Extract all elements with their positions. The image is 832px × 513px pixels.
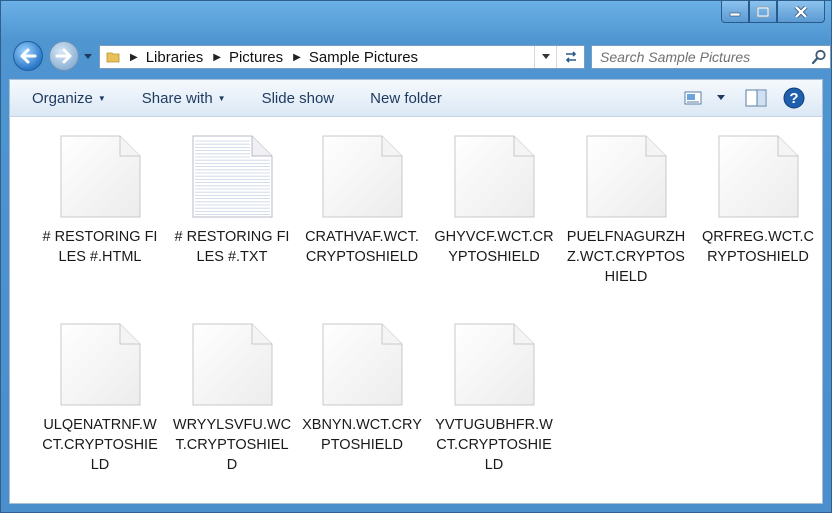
document-icon	[322, 323, 403, 406]
breadcrumb-separator-icon[interactable]: ▶	[213, 52, 221, 63]
minimize-button[interactable]	[721, 1, 749, 23]
document-icon	[60, 323, 141, 406]
document-icon	[192, 323, 273, 406]
file-item[interactable]: PUELFNAGURZHZ.WCT.CRYPTOSHIELD	[564, 135, 688, 287]
close-button[interactable]	[777, 1, 825, 23]
breadcrumb-separator-icon[interactable]: ▶	[293, 52, 301, 63]
refresh-icon	[565, 51, 576, 63]
forward-arrow-icon	[55, 48, 72, 64]
change-view-button[interactable]	[678, 80, 708, 116]
caption-buttons	[721, 1, 825, 25]
organize-label: Organize	[32, 89, 93, 107]
slide-show-button[interactable]: Slide show	[254, 80, 343, 116]
preview-pane-icon	[745, 89, 767, 107]
caret-down-icon: ▼	[97, 93, 106, 103]
file-item[interactable]: QRFREG.WCT.CRYPTOSHIELD	[696, 135, 820, 267]
back-button[interactable]	[13, 41, 43, 71]
share-with-label: Share with	[141, 89, 213, 107]
organize-menu[interactable]: Organize ▼	[24, 80, 114, 116]
svg-text:?: ?	[789, 90, 798, 107]
file-name-label: CRATHVAF.WCT.CRYPTOSHIELD	[305, 229, 419, 265]
file-name-label: WRYYLSVFU.WCT.CRYPTOSHIELD	[172, 417, 292, 473]
file-item[interactable]: YVTUGUBHFR.WCT.CRYPTOSHIELD	[432, 323, 556, 475]
folder-icon	[106, 52, 120, 63]
search-icon[interactable]	[808, 46, 830, 68]
text-document-icon	[192, 135, 273, 218]
navigation-row: ▶ Libraries ▶ Pictures ▶ Sample Pictures	[11, 39, 831, 73]
chevron-down-icon	[717, 95, 725, 100]
file-item[interactable]: GHYVCF.WCT.CRYPTOSHIELD	[432, 135, 556, 267]
breadcrumb-libraries[interactable]: Libraries	[146, 49, 204, 66]
chevron-down-icon	[541, 54, 550, 59]
search-box[interactable]	[591, 45, 831, 69]
document-icon	[586, 135, 667, 218]
back-arrow-icon	[20, 48, 37, 64]
file-name-label: QRFREG.WCT.CRYPTOSHIELD	[702, 229, 814, 265]
file-name-label: XBNYN.WCT.CRYPTOSHIELD	[302, 417, 422, 453]
file-name-label: # RESTORING FILES #.HTML	[42, 229, 158, 265]
file-item[interactable]: # RESTORING FILES #.TXT	[170, 135, 294, 267]
file-item[interactable]: CRATHVAF.WCT.CRYPTOSHIELD	[300, 135, 424, 267]
share-with-menu[interactable]: Share with ▼	[134, 80, 234, 116]
help-button[interactable]: ?	[778, 80, 810, 116]
document-icon	[322, 135, 403, 218]
breadcrumb-separator-icon[interactable]: ▶	[130, 52, 138, 63]
search-input[interactable]	[600, 47, 808, 67]
maximize-button[interactable]	[749, 1, 777, 23]
file-item[interactable]: ULQENATRNF.WCT.CRYPTOSHIELD	[38, 323, 162, 475]
file-item[interactable]: XBNYN.WCT.CRYPTOSHIELD	[300, 323, 424, 455]
command-bar: Organize ▼ Share with ▼ Slide show New fol…	[9, 79, 823, 117]
file-item[interactable]: # RESTORING FILES #.HTML	[38, 135, 162, 267]
explorer-window: ▶ Libraries ▶ Pictures ▶ Sample Pictures	[0, 0, 832, 513]
address-bar[interactable]: ▶ Libraries ▶ Pictures ▶ Sample Pictures	[99, 45, 585, 69]
file-name-label: PUELFNAGURZHZ.WCT.CRYPTOSHIELD	[566, 229, 686, 285]
help-icon: ?	[783, 87, 805, 109]
minimize-icon	[729, 12, 741, 16]
caret-down-icon: ▼	[217, 93, 226, 103]
new-folder-label: New folder	[370, 89, 442, 107]
refresh-button[interactable]	[556, 46, 584, 68]
more-views-dropdown[interactable]	[708, 80, 734, 116]
breadcrumb-pictures[interactable]: Pictures	[229, 49, 283, 66]
document-icon	[454, 323, 535, 406]
file-item[interactable]: WRYYLSVFU.WCT.CRYPTOSHIELD	[170, 323, 294, 475]
file-name-label: # RESTORING FILES #.TXT	[174, 229, 290, 265]
maximize-icon	[756, 6, 770, 17]
view-icon	[684, 91, 702, 105]
document-icon	[60, 135, 141, 218]
file-name-label: ULQENATRNF.WCT.CRYPTOSHIELD	[42, 417, 158, 473]
document-icon	[454, 135, 535, 218]
document-icon	[718, 135, 799, 218]
file-name-label: YVTUGUBHFR.WCT.CRYPTOSHIELD	[435, 417, 553, 473]
file-name-label: GHYVCF.WCT.CRYPTOSHIELD	[434, 229, 554, 265]
new-folder-button[interactable]: New folder	[362, 80, 450, 116]
close-icon	[794, 5, 808, 18]
address-history-dropdown[interactable]	[534, 46, 556, 68]
slide-show-label: Slide show	[261, 89, 335, 107]
breadcrumb-sample-pictures[interactable]: Sample Pictures	[309, 49, 418, 66]
forward-button[interactable]	[49, 41, 79, 71]
preview-pane-button[interactable]	[734, 80, 778, 116]
recent-pages-dropdown-icon[interactable]	[83, 53, 93, 61]
file-list-pane[interactable]: # RESTORING FILES #.HTML # RESTORING FIL…	[9, 117, 823, 504]
